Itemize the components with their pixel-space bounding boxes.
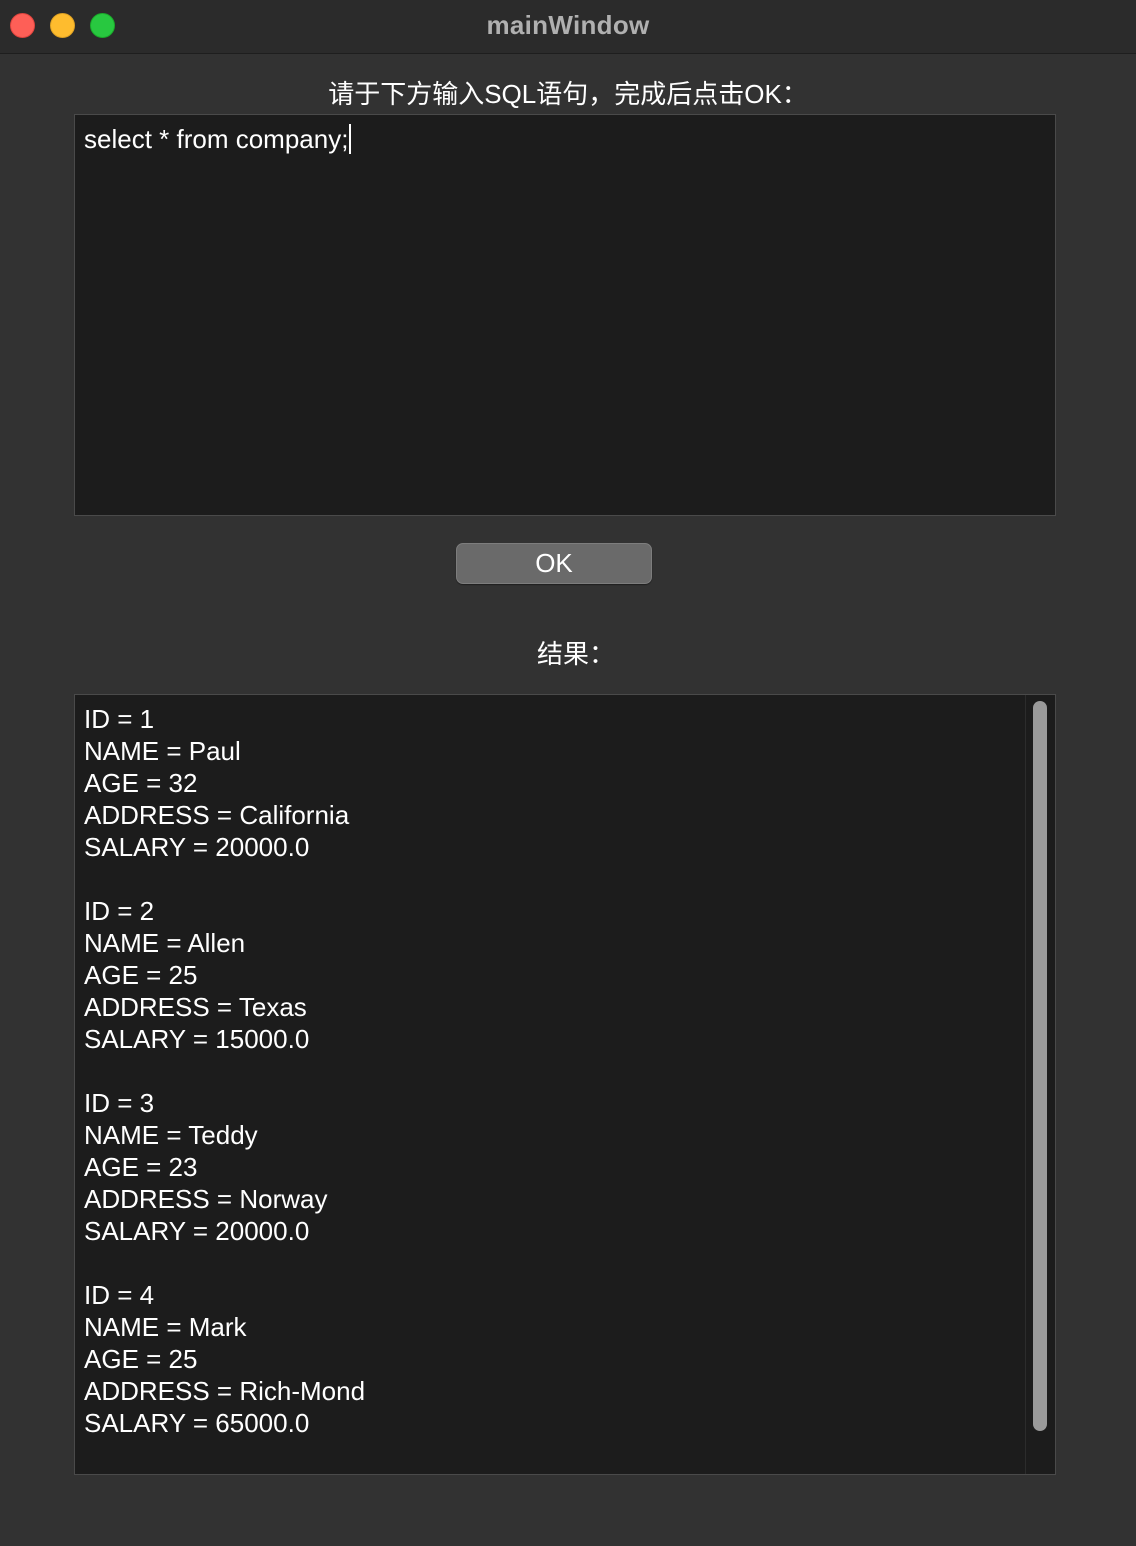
result-record: ID = 2 NAME = Allen AGE = 25 ADDRESS = T… xyxy=(84,895,1023,1055)
sql-prompt-label: 请于下方输入SQL语句，完成后点击OK： xyxy=(328,79,808,109)
result-record: ID = 3 NAME = Teddy AGE = 23 ADDRESS = N… xyxy=(84,1087,1023,1247)
record-salary: SALARY = 20000.0 xyxy=(84,832,310,862)
result-content: ID = 1 NAME = Paul AGE = 32 ADDRESS = Ca… xyxy=(84,703,1023,1471)
record-age: AGE = 23 xyxy=(84,1152,198,1182)
result-record: ID = 4 NAME = Mark AGE = 25 ADDRESS = Ri… xyxy=(84,1279,1023,1439)
text-caret xyxy=(349,124,352,154)
record-name: NAME = Mark xyxy=(84,1312,247,1342)
record-address: ADDRESS = Rich-Mond xyxy=(84,1376,366,1406)
record-salary: SALARY = 15000.0 xyxy=(84,1024,310,1054)
record-name: NAME = Allen xyxy=(84,928,246,958)
result-output[interactable]: ID = 1 NAME = Paul AGE = 32 ADDRESS = Ca… xyxy=(74,694,1056,1475)
record-id: ID = 1 xyxy=(84,704,155,734)
record-name: NAME = Teddy xyxy=(84,1120,258,1150)
ok-button[interactable]: OK xyxy=(456,543,652,584)
result-label: 结果： xyxy=(536,639,615,669)
sql-input[interactable]: select * from company; xyxy=(74,114,1056,516)
record-id: ID = 3 xyxy=(84,1088,155,1118)
record-address: ADDRESS = Norway xyxy=(84,1184,328,1214)
title-bar[interactable]: mainWindow xyxy=(0,0,1136,54)
record-address: ADDRESS = California xyxy=(84,800,350,830)
vertical-scrollbar[interactable] xyxy=(1025,695,1055,1474)
record-age: AGE = 32 xyxy=(84,768,198,798)
record-id: ID = 2 xyxy=(84,896,155,926)
record-id: ID = 4 xyxy=(84,1280,155,1310)
record-age: AGE = 25 xyxy=(84,1344,198,1374)
scrollbar-thumb[interactable] xyxy=(1033,701,1047,1431)
record-age: AGE = 25 xyxy=(84,960,198,990)
window-title: mainWindow xyxy=(486,10,650,40)
record-salary: SALARY = 65000.0 xyxy=(84,1408,310,1438)
result-record: ID = 1 NAME = Paul AGE = 32 ADDRESS = Ca… xyxy=(84,703,1023,863)
sql-input-text: select * from company; xyxy=(84,124,349,154)
record-name: NAME = Paul xyxy=(84,736,241,766)
record-address: ADDRESS = Texas xyxy=(84,992,307,1022)
main-window: mainWindow 请于下方输入SQL语句，完成后点击OK： select *… xyxy=(0,0,1136,1546)
record-salary: SALARY = 20000.0 xyxy=(84,1216,310,1246)
